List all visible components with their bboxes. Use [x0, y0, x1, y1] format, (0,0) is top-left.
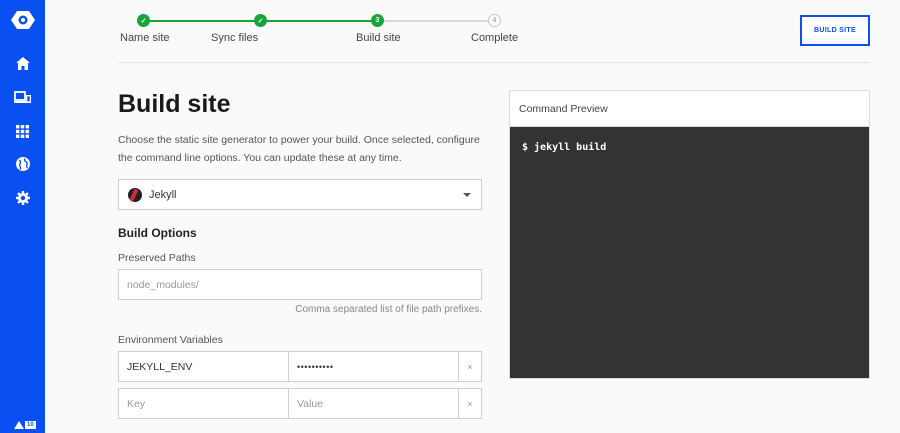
globe-icon[interactable] [0, 156, 45, 172]
sidebar: 10 [0, 0, 45, 433]
preserved-paths-label: Preserved Paths [118, 252, 196, 264]
step-connector [377, 20, 494, 22]
step-label-name-site[interactable]: Name site [120, 32, 170, 44]
gear-icon[interactable] [0, 190, 45, 206]
step-label-complete: Complete [471, 32, 519, 44]
devices-icon[interactable] [0, 89, 45, 105]
build-site-button[interactable]: BUILD SITE [800, 15, 870, 46]
step-2-check-icon: ✓ [254, 14, 267, 27]
page-description: Choose the static site generator to powe… [118, 134, 480, 164]
step-4-marker: 4 [488, 14, 501, 27]
step-connector [260, 20, 377, 22]
badge-count: 10 [25, 421, 36, 429]
command-text: $ jekyll build [522, 142, 607, 153]
apps-grid-icon[interactable] [0, 123, 45, 139]
preserved-paths-help: Comma separated list of file path prefix… [295, 304, 482, 315]
home-icon[interactable] [0, 55, 45, 71]
env-value-input[interactable]: •••••••••• [288, 351, 459, 382]
command-preview-panel: Command Preview $ jekyll build [509, 90, 870, 379]
page-title: Build site [118, 90, 231, 118]
step-connector [143, 20, 260, 22]
logo-icon[interactable] [0, 8, 45, 32]
notification-badge[interactable]: 10 [14, 421, 36, 429]
jekyll-logo-icon [128, 187, 142, 202]
step-label-build-site: Build site [356, 32, 401, 44]
env-vars-label: Environment Variables [118, 334, 223, 346]
step-3-marker: 3 [371, 14, 384, 27]
env-key-input[interactable]: Key [118, 388, 289, 419]
terminal: $ jekyll build [510, 127, 869, 378]
bell-icon [14, 421, 24, 429]
step-label-sync-files[interactable]: Sync files [211, 32, 258, 44]
command-preview-title: Command Preview [510, 91, 869, 127]
preserved-paths-input[interactable]: node_modules/ [118, 269, 482, 300]
env-value-input[interactable]: Value [288, 388, 459, 419]
remove-env-button[interactable]: × [458, 351, 482, 382]
generator-select[interactable]: Jekyll [118, 179, 482, 210]
progress-stepper: ✓ ✓ 3 4 Name site Sync files Build site … [118, 0, 798, 60]
env-key-input[interactable]: JEKYLL_ENV [118, 351, 289, 382]
step-1-check-icon: ✓ [137, 14, 150, 27]
build-options-heading: Build Options [118, 226, 197, 240]
remove-env-button[interactable]: × [458, 388, 482, 419]
generator-selected-value: Jekyll [149, 188, 177, 201]
chevron-down-icon [463, 193, 471, 197]
divider [118, 62, 870, 63]
